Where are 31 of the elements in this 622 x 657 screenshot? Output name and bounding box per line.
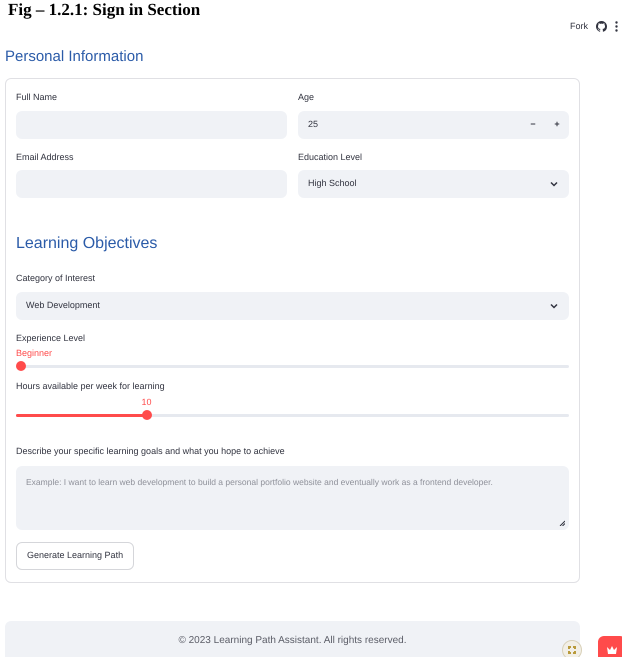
chevron-down-icon — [549, 179, 559, 189]
slider-label: Experience Level — [16, 332, 86, 345]
badge-icon[interactable] — [562, 640, 582, 657]
github-icon[interactable] — [596, 21, 607, 32]
field-label: Education Level — [298, 150, 364, 164]
field-label: Email Address — [16, 150, 75, 164]
section-heading: Personal Information — [5, 46, 144, 66]
resize-handle-icon[interactable] — [559, 520, 565, 526]
slider-reading: Beginner — [16, 347, 52, 359]
section-heading: Learning Objectives — [16, 234, 158, 254]
slider-thumb[interactable] — [16, 361, 26, 371]
decrement-button[interactable]: − — [521, 110, 545, 138]
figure-caption: Fig – 1.2.1: Sign in Section — [7, 0, 200, 20]
goals-textarea[interactable]: Example: I want to learn web development to build a personal portfolio website and eventually work as a frontend developer. — [16, 466, 569, 530]
fork-link[interactable]: Fork — [570, 20, 588, 34]
field-label: Describe your specific learning goals and what you hope to achieve — [16, 444, 286, 458]
increment-button[interactable]: + — [545, 110, 569, 138]
goals-input[interactable]: Example: I want to learn web development to build a personal portfolio website and eventually work as a frontend developer. — [26, 476, 559, 512]
select-field[interactable]: High School — [298, 170, 569, 198]
field-label: Age — [298, 91, 316, 104]
number-field[interactable]: 25 − + — [298, 110, 569, 138]
field-label: Category of Interest — [16, 272, 96, 285]
generate-button[interactable]: Generate Learning Path — [16, 542, 134, 570]
field-label: Full Name — [16, 91, 58, 104]
slider-reading: 10 — [142, 396, 152, 408]
more-icon[interactable] — [615, 21, 618, 32]
select-field[interactable]: Web Development — [16, 292, 569, 320]
slider-thumb[interactable] — [142, 410, 152, 420]
footer-text: © 2023 Learning Path Assistant. All rights reserved. — [178, 634, 407, 648]
slider-label: Hours available per week for learning — [16, 380, 166, 393]
number-value: 25 — [307, 118, 320, 131]
